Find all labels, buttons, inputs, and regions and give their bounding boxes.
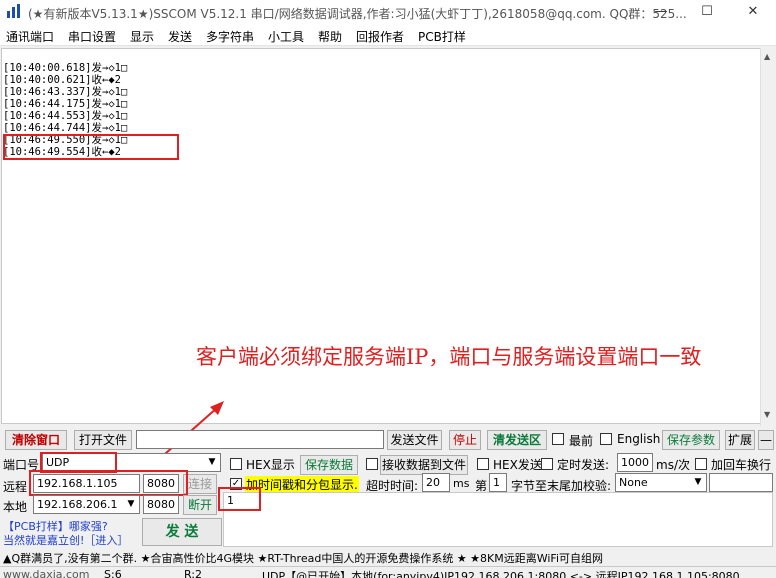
english-checkbox[interactable]	[600, 433, 612, 445]
chevron-down-icon[interactable]: ▼	[690, 474, 706, 491]
checksum-value: None	[619, 476, 648, 489]
app-logo-icon	[7, 4, 20, 18]
maximize-button[interactable]: ☐	[684, 0, 730, 24]
scroll-up-icon[interactable]: ▲	[764, 52, 770, 61]
clear-window-button[interactable]: 清除窗口	[5, 430, 67, 450]
menu-tools[interactable]: 小工具	[268, 28, 304, 45]
connect-button[interactable]: 连接	[183, 474, 217, 494]
timeout-input[interactable]: 20	[422, 473, 450, 492]
news-ticker[interactable]: ▲Q群满员了,没有第二个群. ★合宙高性价比4G模块 ★RT-Thread中国人…	[3, 550, 603, 566]
log-line: [10:46:44.553]发→◇1□	[3, 110, 128, 122]
menu-multi-string[interactable]: 多字符串	[206, 28, 254, 45]
hex-send-label: HEX发送	[493, 458, 542, 472]
save-data-button[interactable]: 保存数据	[300, 455, 358, 475]
log-line: [10:46:44.744]发→◇1□	[3, 122, 128, 134]
status-website[interactable]: www.daxia.com	[3, 568, 90, 578]
english-label: English	[617, 432, 661, 446]
menu-pcb[interactable]: PCB打样	[418, 28, 466, 45]
log-line: [10:46:44.175]发→◇1□	[3, 98, 128, 110]
timed-send-label: 定时发送:	[557, 458, 610, 472]
annotation-text: 客户端必须绑定服务端IP，端口与服务端设置端口一致	[196, 345, 702, 369]
timed-send-checkbox[interactable]	[541, 458, 553, 470]
log-line: [10:40:00.621]收←◆2	[3, 74, 121, 86]
interval-input[interactable]: 1000	[617, 453, 653, 472]
log-line: [10:40:00.618]发→◇1□	[3, 62, 128, 74]
local-port-input[interactable]: 8080	[143, 495, 179, 514]
menu-display[interactable]: 显示	[130, 28, 154, 45]
status-sent: S:6	[104, 568, 122, 578]
hex-display-label: HEX显示	[246, 458, 295, 472]
minimize-button[interactable]: —	[638, 0, 684, 24]
status-connection: UDP【@已开始】本地(for:anyipv4)IP192.168.206.1:…	[262, 570, 740, 578]
timeout-unit: ms	[453, 477, 470, 490]
window-title: (★有新版本V5.13.1★)SSCOM V5.12.1 串口/网络数据调试器,…	[28, 7, 687, 21]
title-bar: (★有新版本V5.13.1★)SSCOM V5.12.1 串口/网络数据调试器,…	[0, 0, 776, 24]
hex-send-checkbox[interactable]	[477, 458, 489, 470]
extra-input[interactable]	[709, 473, 773, 492]
add-crlf-label: 加回车换行	[711, 458, 772, 472]
add-crlf-checkbox[interactable]	[695, 458, 707, 470]
local-ip-value: 192.168.206.1	[37, 498, 118, 511]
chevron-down-icon[interactable]: ▼	[123, 496, 139, 513]
topmost-label: 最前	[569, 434, 594, 448]
ticker-text: ▲Q群满员了,没有第二个群. ★合宙高性价比4G模块 ★RT-Thread中国人…	[3, 552, 604, 565]
collapse-button[interactable]: —	[758, 430, 774, 450]
menu-serial-settings[interactable]: 串口设置	[68, 28, 116, 45]
log-scrollbar[interactable]: ▲ ▼	[760, 48, 776, 426]
highlight-box-log	[3, 134, 179, 160]
disconnect-button[interactable]: 断开	[183, 495, 217, 515]
expand-button[interactable]: 扩展	[725, 430, 755, 450]
timestamp-label: 加时间戳和分包显示.	[245, 476, 359, 493]
file-path-input[interactable]	[136, 430, 384, 449]
remote-label: 远程	[3, 480, 28, 494]
highlight-box-remote	[29, 470, 188, 496]
open-file-button[interactable]: 打开文件	[74, 430, 132, 450]
send-textarea[interactable]: 1	[223, 492, 773, 547]
save-params-button[interactable]: 保存参数	[662, 430, 720, 450]
highlight-box-send	[218, 487, 261, 511]
interval-unit: ms/次	[656, 458, 690, 472]
menu-feedback[interactable]: 回报作者	[356, 28, 404, 45]
scroll-down-icon[interactable]: ▼	[764, 410, 770, 419]
log-line: [10:46:43.337]发→◇1□	[3, 86, 128, 98]
menu-send[interactable]: 发送	[168, 28, 192, 45]
topmost-checkbox[interactable]	[552, 433, 564, 445]
close-button[interactable]: ✕	[730, 0, 776, 24]
stop-button[interactable]: 停止	[449, 430, 481, 450]
byte-index-input[interactable]: 1	[489, 473, 507, 492]
send-button[interactable]: 发 送	[142, 518, 222, 546]
clear-send-button[interactable]: 清发送区	[487, 430, 547, 450]
local-label: 本地	[3, 500, 28, 514]
recv-to-file-button[interactable]: 接收数据到文件	[380, 455, 468, 475]
status-bar: www.daxia.com S:6 R:2 UDP【@已开始】本地(for:an…	[0, 566, 776, 578]
recv-to-file-checkbox[interactable]	[366, 458, 378, 470]
hex-display-checkbox[interactable]	[230, 458, 242, 470]
status-received: R:2	[184, 568, 203, 578]
pcb-enter-link[interactable]: 当然就是嘉立创!［进入］	[3, 532, 128, 548]
menu-help[interactable]: 帮助	[318, 28, 342, 45]
send-file-button[interactable]: 发送文件	[387, 430, 442, 450]
menu-comm-port[interactable]: 通讯端口	[6, 28, 54, 45]
chevron-down-icon[interactable]: ▼	[204, 454, 220, 471]
